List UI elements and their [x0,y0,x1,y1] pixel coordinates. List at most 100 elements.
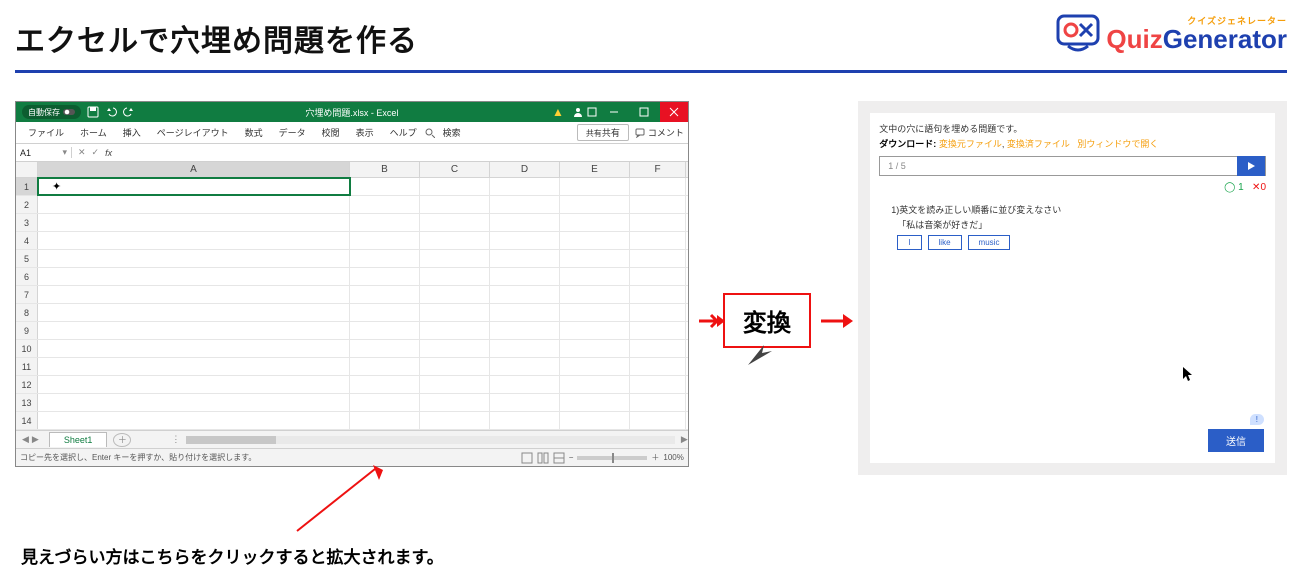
cell[interactable] [38,358,350,375]
search-label[interactable]: 検索 [435,122,469,143]
cell[interactable] [630,214,686,231]
cell[interactable] [350,268,420,285]
cell[interactable] [38,322,350,339]
cell[interactable] [420,322,490,339]
row-header[interactable]: 13 [16,394,38,411]
row-header[interactable]: 5 [16,250,38,267]
cell[interactable] [560,268,630,285]
quiz-hint-button[interactable]: ! [1250,414,1264,425]
col-header-b[interactable]: B [350,162,420,177]
name-box[interactable]: A1▾ [16,147,72,158]
cell[interactable] [630,322,686,339]
cell[interactable] [630,286,686,303]
cell[interactable]: ✦ [38,178,350,195]
cell[interactable] [490,412,560,429]
cell[interactable] [420,214,490,231]
cell[interactable] [560,250,630,267]
cell[interactable] [630,196,686,213]
cell[interactable] [490,322,560,339]
save-icon[interactable] [87,106,99,118]
tab-insert[interactable]: 挿入 [115,122,149,143]
cell[interactable] [350,304,420,321]
download-source-link[interactable]: 変換元ファイル [939,139,1002,149]
row-header[interactable]: 3 [16,214,38,231]
cell[interactable] [490,394,560,411]
cell[interactable] [490,250,560,267]
ribbon-options-icon[interactable] [586,106,598,118]
cell[interactable] [630,376,686,393]
cancel-entry-icon[interactable]: ✕ [78,147,86,158]
cell[interactable] [560,340,630,357]
cell[interactable] [420,394,490,411]
quiz-blank[interactable]: I [897,235,921,250]
row-header[interactable]: 1 [16,178,38,195]
row-header[interactable]: 7 [16,286,38,303]
cell[interactable] [420,196,490,213]
cell[interactable] [560,394,630,411]
col-header-a[interactable]: A [38,162,350,177]
table-row[interactable]: 8 [16,304,688,322]
cell[interactable] [38,214,350,231]
table-row[interactable]: 14 [16,412,688,430]
cell[interactable] [420,250,490,267]
sheet-tab[interactable]: Sheet1 [49,432,108,447]
cell[interactable] [420,232,490,249]
table-row[interactable]: 13 [16,394,688,412]
maximize-button[interactable] [630,102,658,122]
cell[interactable] [38,268,350,285]
cell[interactable] [420,286,490,303]
table-row[interactable]: 5 [16,250,688,268]
cell[interactable] [490,232,560,249]
tab-home[interactable]: ホーム [72,122,115,143]
table-row[interactable]: 12 [16,376,688,394]
cell[interactable] [350,340,420,357]
share-button[interactable]: 共有共有 [577,124,629,141]
cell[interactable] [350,250,420,267]
minimize-button[interactable] [600,102,628,122]
tab-layout[interactable]: ページレイアウト [149,122,237,143]
row-header[interactable]: 11 [16,358,38,375]
cell[interactable] [560,178,630,195]
cell[interactable] [490,214,560,231]
cell[interactable] [490,376,560,393]
cell[interactable] [350,178,420,195]
cell[interactable] [630,394,686,411]
sheet-next-icon[interactable]: ▶ [32,434,39,445]
quiz-blank[interactable]: like [928,235,962,250]
download-converted-link[interactable]: 変換済ファイル [1007,139,1070,149]
cell[interactable] [350,412,420,429]
confirm-entry-icon[interactable]: ✓ [92,147,100,158]
cell[interactable] [420,358,490,375]
excel-window[interactable]: 自動保存 穴埋め問題.xlsx - Excel ▲ ファイル ホーム 挿入 [15,101,689,467]
row-header[interactable]: 8 [16,304,38,321]
cell[interactable] [350,322,420,339]
cell[interactable] [38,376,350,393]
cell[interactable] [490,358,560,375]
add-sheet-button[interactable]: ＋ [113,433,131,447]
view-pagelayout-icon[interactable] [537,452,549,464]
cell[interactable] [560,358,630,375]
cell[interactable] [560,304,630,321]
table-row[interactable]: 2 [16,196,688,214]
sheet-prev-icon[interactable]: ◀ [22,434,29,445]
horizontal-scrollbar[interactable] [186,436,675,444]
cell[interactable] [38,196,350,213]
cell[interactable] [420,340,490,357]
cell[interactable] [420,412,490,429]
row-header[interactable]: 10 [16,340,38,357]
table-row[interactable]: 9 [16,322,688,340]
cell[interactable] [560,322,630,339]
redo-icon[interactable] [123,106,135,118]
cell[interactable] [630,232,686,249]
cell[interactable] [560,232,630,249]
cell[interactable] [350,196,420,213]
quiz-submit-button[interactable]: 送信 [1208,429,1264,452]
cell[interactable] [38,304,350,321]
cell[interactable] [38,232,350,249]
cell[interactable] [560,214,630,231]
zoom-slider[interactable] [577,456,647,460]
tab-file[interactable]: ファイル [20,122,72,143]
tab-view[interactable]: 表示 [348,122,382,143]
cell[interactable] [560,196,630,213]
tab-review[interactable]: 校閲 [314,122,348,143]
